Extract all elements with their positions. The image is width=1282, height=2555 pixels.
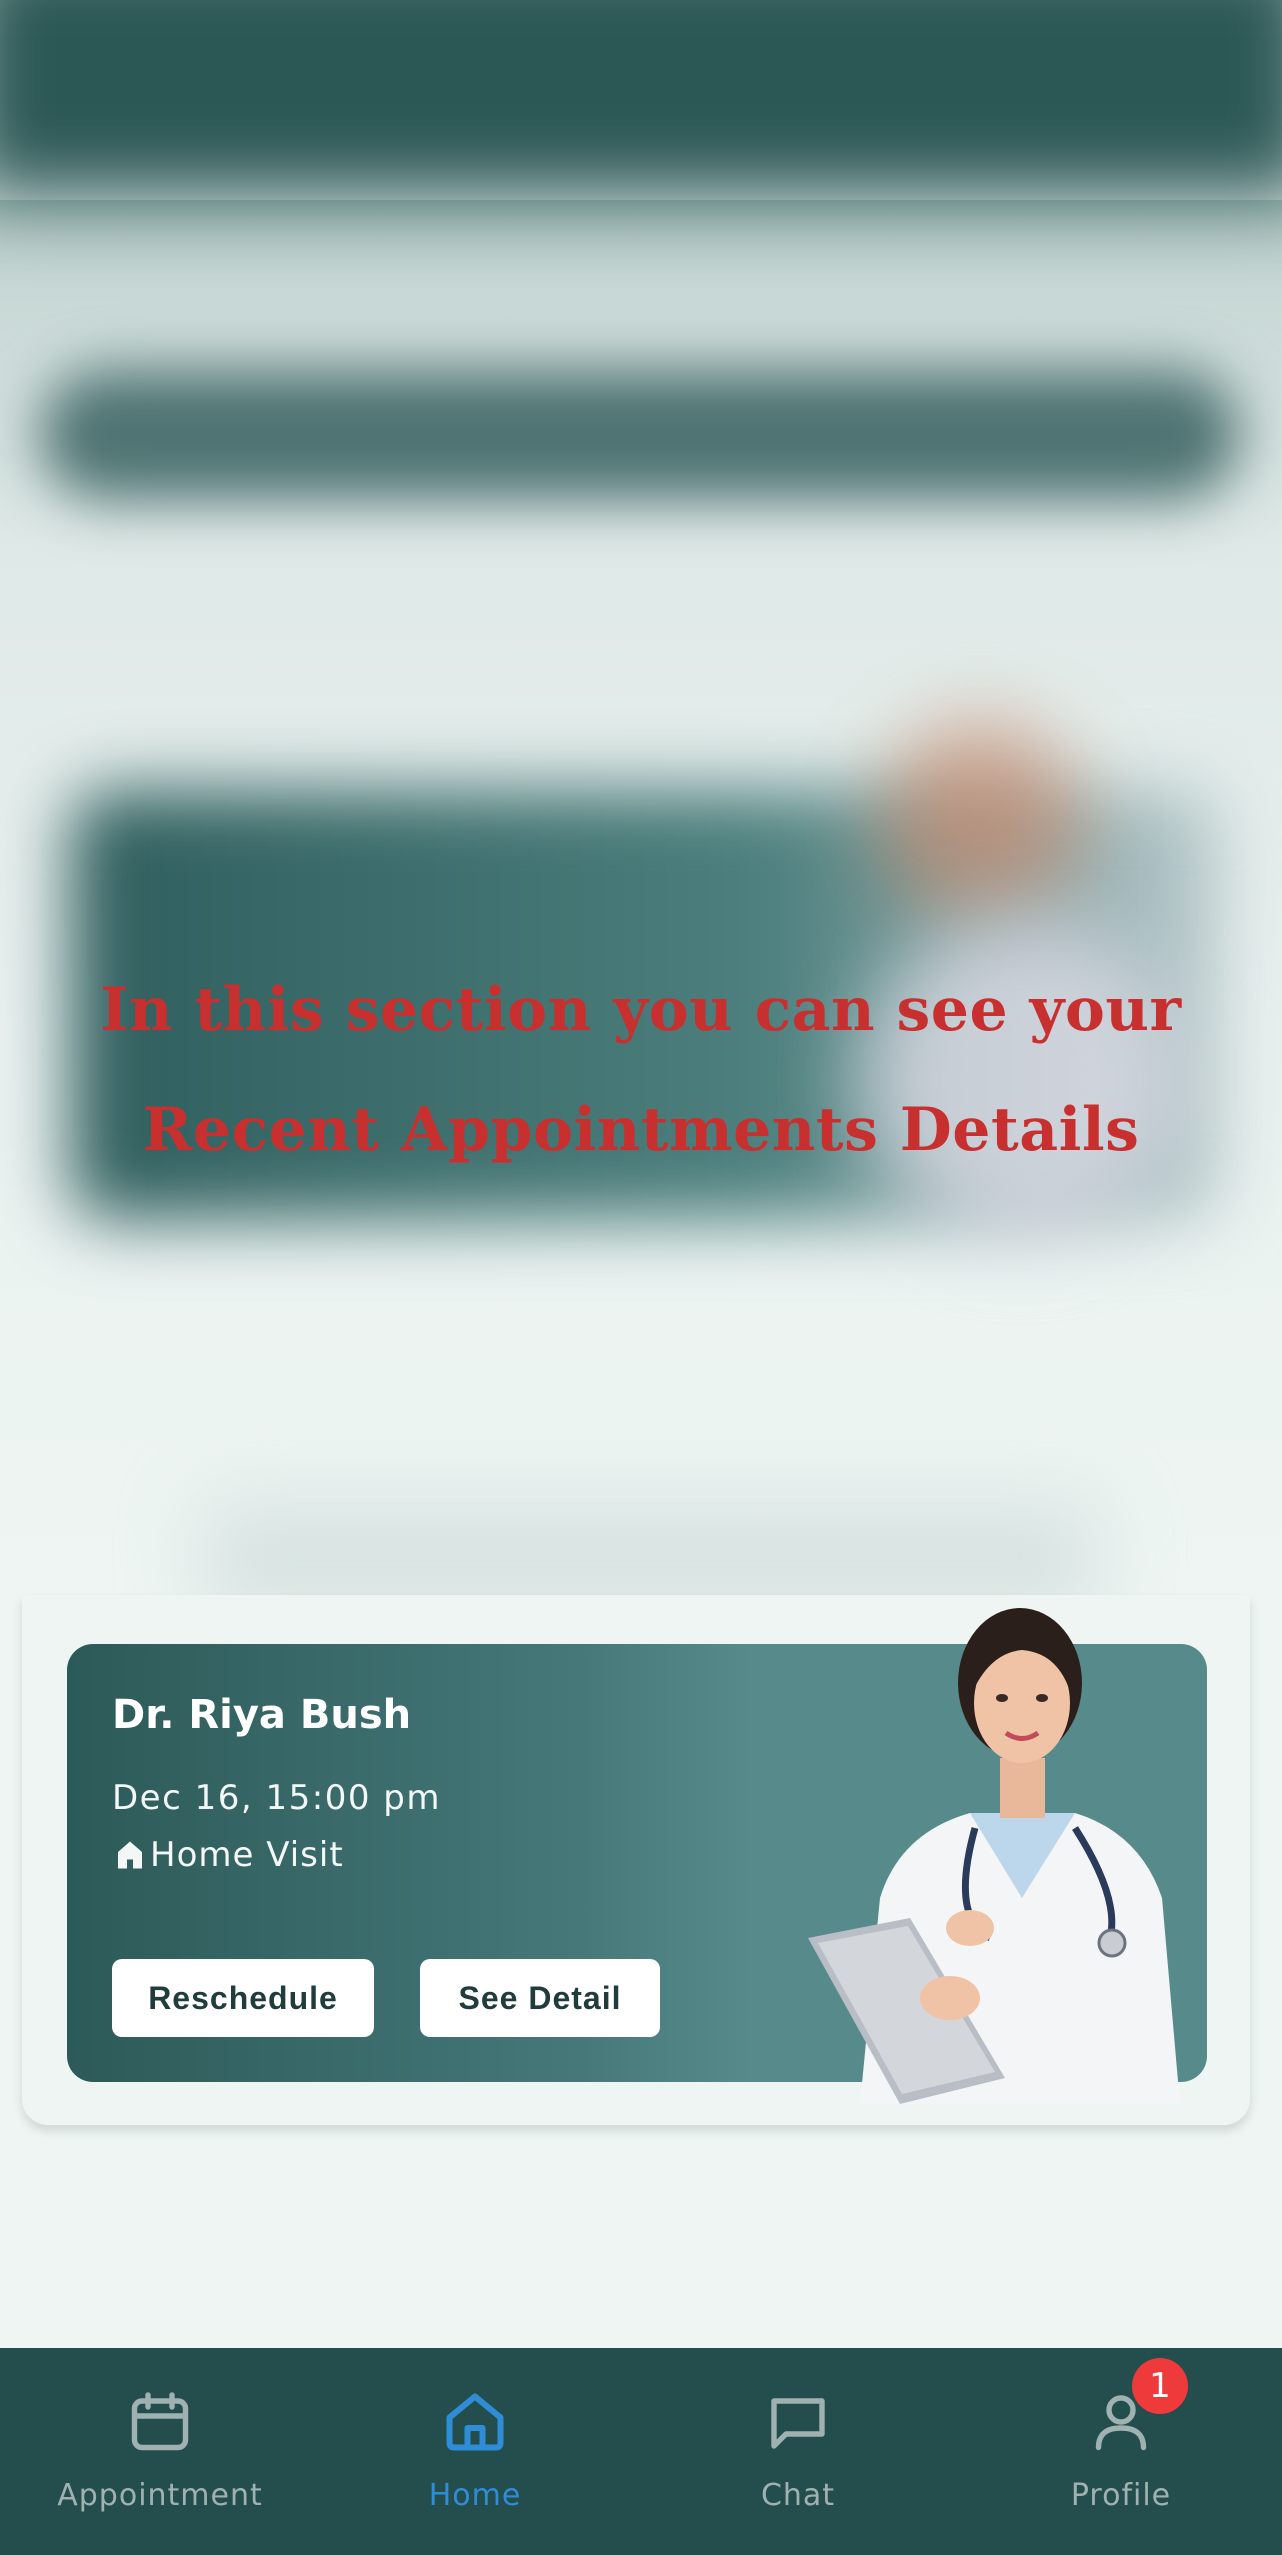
coachmark-text: In this section you can see your Recent … xyxy=(0,950,1282,1190)
reschedule-button[interactable]: Reschedule xyxy=(112,1959,374,2037)
coachmark-line-1: In this section you can see your xyxy=(100,975,1182,1045)
doctor-name: Dr. Riya Bush xyxy=(112,1692,412,1738)
doctor-illustration xyxy=(790,1598,1190,2104)
see-detail-button[interactable]: See Detail xyxy=(420,1959,660,2037)
appointment-datetime: Dec 16, 15:00 pm xyxy=(112,1778,441,1818)
blurred-backdrop xyxy=(0,0,1282,1595)
calendar-icon xyxy=(131,2392,189,2451)
visit-type-label: Home Visit xyxy=(150,1835,344,1875)
home-icon xyxy=(118,1841,142,1869)
home-icon xyxy=(446,2393,504,2451)
tab-appointment-label: Appointment xyxy=(57,2478,263,2513)
tab-home-label: Home xyxy=(428,2478,522,2513)
bottom-tab-bar: Appointment Home Chat 1 Profile xyxy=(0,2348,1282,2555)
tab-profile[interactable]: 1 Profile xyxy=(961,2348,1281,2555)
chat-icon xyxy=(771,2398,825,2449)
tab-home[interactable]: Home xyxy=(315,2348,635,2555)
tab-chat[interactable]: Chat xyxy=(638,2348,958,2555)
tab-profile-label: Profile xyxy=(1070,2478,1172,2513)
notification-badge: 1 xyxy=(1132,2358,1188,2414)
tab-appointment[interactable]: Appointment xyxy=(0,2348,320,2555)
tab-chat-label: Chat xyxy=(760,2478,836,2513)
coachmark-line-2: Recent Appointments Details xyxy=(142,1095,1140,1165)
visit-type: Home Visit xyxy=(112,1830,344,1880)
